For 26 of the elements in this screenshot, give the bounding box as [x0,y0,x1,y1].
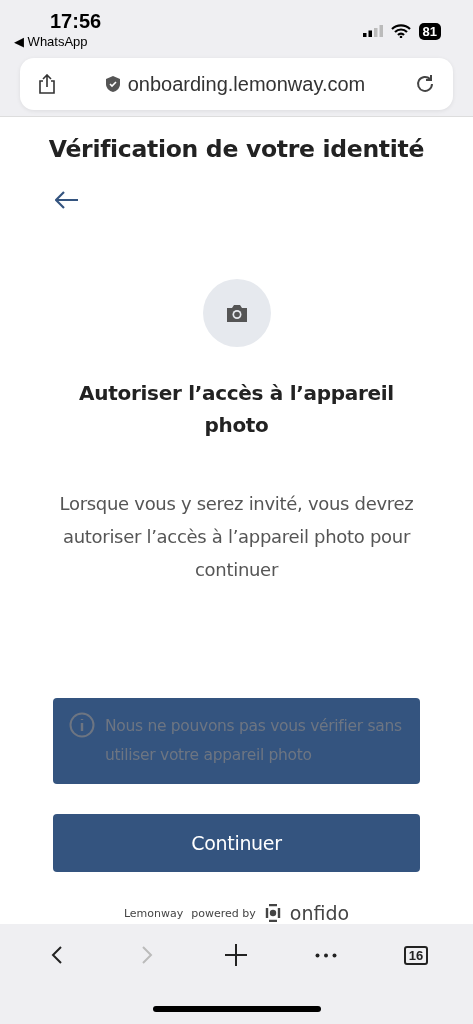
shield-icon [105,76,120,92]
back-to-app-link[interactable]: ◀ WhatsApp [14,34,102,49]
page-title: Vérification de votre identité [47,135,426,163]
plus-icon[interactable] [225,944,248,966]
reload-icon[interactable] [415,74,435,94]
brand-text: Lemonway [123,906,184,920]
tab-count-button[interactable]: 16 [403,945,429,965]
permission-heading: Autoriser l’accès à l’appareil photo [78,380,395,439]
more-icon[interactable] [315,952,338,958]
back-arrow-icon[interactable] [55,191,79,209]
onfido-wordmark: onfido [289,902,350,924]
info-icon [69,712,95,738]
signal-icon [362,25,383,37]
wifi-icon [390,24,411,38]
onfido-logo-icon [263,904,282,922]
share-icon[interactable] [38,74,56,94]
battery-level: 81 [418,22,441,40]
continue-button[interactable]: Continuer [53,814,420,872]
camera-icon [224,303,249,323]
back-icon[interactable] [50,945,63,965]
url-text: onboarding.lemonway.com [127,72,366,96]
powered-by-text: powered by [191,906,256,920]
status-time: 17:56 [49,10,102,33]
address-bar[interactable]: onboarding.lemonway.com [20,58,453,110]
permission-description: Lorsque vous y serez invité, vous devrez autoriser l’accès à l’appareil photo pour continuer [58,492,415,582]
notice-text: Nous ne pouvons pas vous vérifier sans utiliser votre appareil photo [105,716,403,766]
